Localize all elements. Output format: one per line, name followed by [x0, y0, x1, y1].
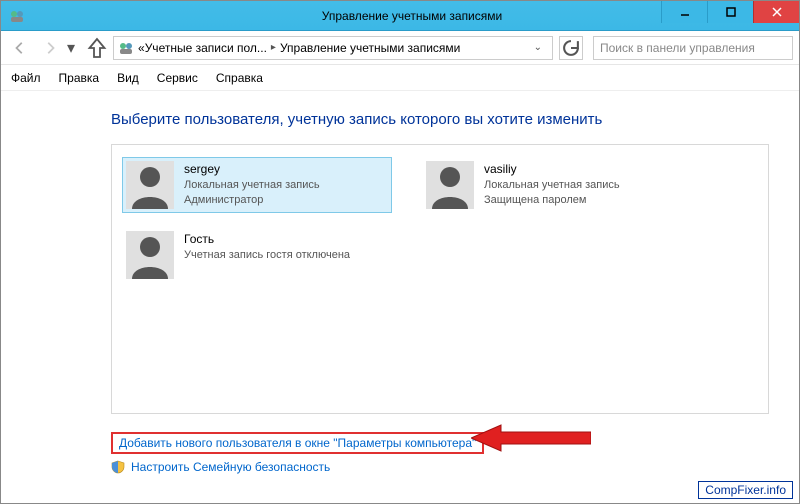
- link-area: Добавить нового пользователя в окне "Пар…: [1, 432, 799, 474]
- shield-icon: [111, 460, 125, 474]
- menu-service[interactable]: Сервис: [157, 71, 198, 85]
- avatar-icon: [126, 161, 174, 209]
- menu-file[interactable]: Файл: [11, 71, 41, 85]
- up-button[interactable]: [85, 36, 109, 60]
- user-meta-line1: Учетная запись гостя отключена: [184, 248, 350, 263]
- forward-button[interactable]: [37, 35, 63, 61]
- user-name: vasiliy: [484, 161, 620, 178]
- user-info: vasiliy Локальная учетная запись Защищен…: [484, 161, 620, 209]
- user-name: Гость: [184, 231, 350, 248]
- footer-brand: CompFixer.info: [698, 481, 793, 499]
- breadcrumb-dropdown[interactable]: ⌄: [528, 42, 548, 53]
- breadcrumb-part1[interactable]: Учетные записи пол...: [145, 41, 267, 55]
- breadcrumb-prefix[interactable]: «: [138, 41, 145, 55]
- user-meta-line1: Локальная учетная запись: [484, 178, 620, 193]
- add-user-link[interactable]: Добавить нового пользователя в окне "Пар…: [111, 432, 484, 454]
- avatar-icon: [426, 161, 474, 209]
- page-heading: Выберите пользователя, учетную запись ко…: [111, 111, 769, 128]
- titlebar: Управление учетными записями: [1, 1, 799, 31]
- menu-view[interactable]: Вид: [117, 71, 139, 85]
- user-card-vasiliy[interactable]: vasiliy Локальная учетная запись Защищен…: [422, 157, 692, 213]
- breadcrumb-icon: [118, 40, 134, 56]
- menubar: Файл Правка Вид Сервис Справка: [1, 65, 799, 91]
- user-card-sergey[interactable]: sergey Локальная учетная запись Админист…: [122, 157, 392, 213]
- user-meta-line2: Защищена паролем: [484, 193, 620, 208]
- maximize-button[interactable]: [707, 1, 753, 23]
- refresh-button[interactable]: [559, 36, 583, 60]
- menu-help[interactable]: Справка: [216, 71, 263, 85]
- history-dropdown[interactable]: ▾: [67, 38, 81, 58]
- minimize-button[interactable]: [661, 1, 707, 23]
- breadcrumb-part2[interactable]: Управление учетными записями: [280, 41, 460, 55]
- titlebar-app-icon: [9, 8, 25, 24]
- window-controls: [661, 1, 799, 23]
- user-info: sergey Локальная учетная запись Админист…: [184, 161, 320, 209]
- avatar-icon: [126, 231, 174, 279]
- user-list-panel: sergey Локальная учетная запись Админист…: [111, 144, 769, 414]
- user-meta-line1: Локальная учетная запись: [184, 178, 320, 193]
- user-info: Гость Учетная запись гостя отключена: [184, 231, 350, 263]
- navbar: ▾ « Учетные записи пол... ▸ Управление у…: [1, 31, 799, 65]
- user-row: sergey Локальная учетная запись Админист…: [122, 157, 758, 213]
- close-button[interactable]: [753, 1, 799, 23]
- content-area: Выберите пользователя, учетную запись ко…: [1, 91, 799, 424]
- search-input[interactable]: Поиск в панели управления: [593, 36, 793, 60]
- breadcrumb[interactable]: « Учетные записи пол... ▸ Управление уче…: [113, 36, 553, 60]
- menu-edit[interactable]: Правка: [59, 71, 100, 85]
- user-card-guest[interactable]: Гость Учетная запись гостя отключена: [122, 227, 392, 283]
- family-safety-link[interactable]: Настроить Семейную безопасность: [131, 460, 330, 474]
- user-name: sergey: [184, 161, 320, 178]
- back-button[interactable]: [7, 35, 33, 61]
- chevron-right-icon: ▸: [271, 42, 276, 53]
- user-meta-line2: Администратор: [184, 193, 320, 208]
- user-row: Гость Учетная запись гостя отключена: [122, 227, 758, 283]
- family-safety-row: Настроить Семейную безопасность: [111, 460, 799, 474]
